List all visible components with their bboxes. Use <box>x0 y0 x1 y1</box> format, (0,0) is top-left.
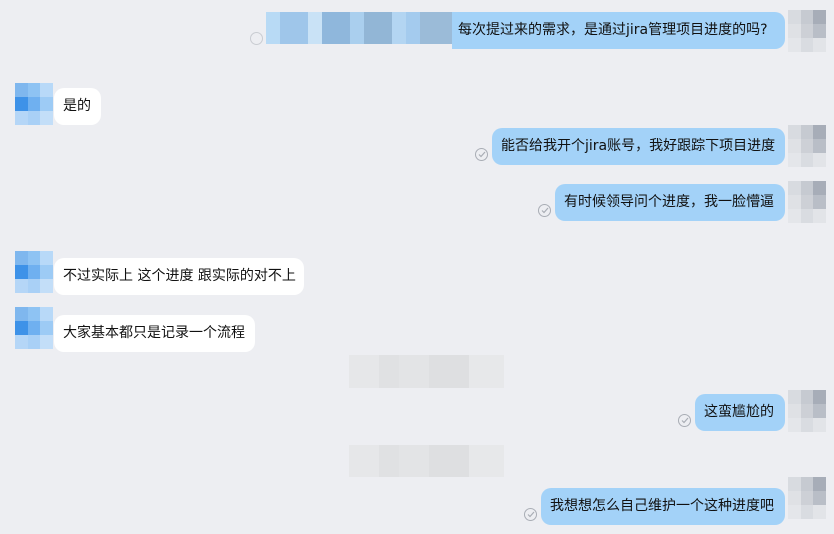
sender-avatar[interactable] <box>15 307 53 349</box>
redacted-timestamp <box>349 445 504 477</box>
message-bubble-outgoing[interactable]: 有时候领导问个进度，我一脸懵逼 <box>555 184 785 221</box>
self-avatar[interactable] <box>788 181 826 223</box>
sender-avatar[interactable] <box>15 251 53 293</box>
message-text: 是的 <box>63 98 91 114</box>
read-receipt-check-icon <box>678 414 691 427</box>
self-avatar[interactable] <box>788 477 826 519</box>
message-bubble-incoming[interactable]: 是的 <box>54 88 101 125</box>
self-avatar[interactable] <box>788 125 826 167</box>
message-bubble-outgoing[interactable]: 我想想怎么自己维护一个这种进度吧 <box>541 488 785 525</box>
message-text: 有时候领导问个进度，我一脸懵逼 <box>564 194 774 210</box>
redacted-timestamp <box>349 355 504 388</box>
message-bubble-outgoing[interactable]: 这蛮尴尬的 <box>695 394 785 431</box>
message-text: 每次提过来的需求，是通过jira管理项目进度的吗? <box>458 22 768 38</box>
message-bubble-incoming[interactable]: 不过实际上 这个进度 跟实际的对不上 <box>54 258 304 295</box>
read-receipt-check-icon <box>538 204 551 217</box>
message-bubble-outgoing[interactable]: 能否给我开个jira账号，我好跟踪下项目进度 <box>492 128 785 165</box>
message-text: 我想想怎么自己维护一个这种进度吧 <box>550 498 774 514</box>
read-receipt-check-icon <box>250 32 263 45</box>
message-text: 能否给我开个jira账号，我好跟踪下项目进度 <box>501 138 776 154</box>
message-text: 不过实际上 这个进度 跟实际的对不上 <box>63 268 296 284</box>
redacted-message-prefix <box>266 12 462 44</box>
message-text: 大家基本都只是记录一个流程 <box>63 325 245 341</box>
sender-avatar[interactable] <box>15 83 53 125</box>
self-avatar[interactable] <box>788 390 826 432</box>
message-bubble-incoming[interactable]: 大家基本都只是记录一个流程 <box>54 315 255 352</box>
read-receipt-check-icon <box>475 148 488 161</box>
message-text: 这蛮尴尬的 <box>704 404 774 420</box>
message-bubble-outgoing[interactable]: 每次提过来的需求，是通过jira管理项目进度的吗? <box>452 12 785 49</box>
read-receipt-check-icon <box>524 508 537 521</box>
self-avatar[interactable] <box>788 10 826 52</box>
